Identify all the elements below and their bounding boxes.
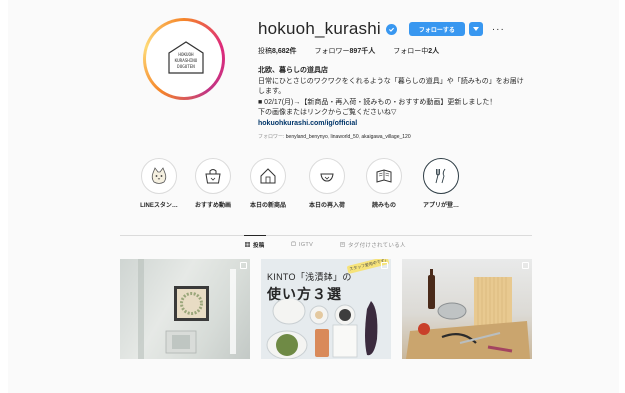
- svg-text:DOGUTEN: DOGUTEN: [177, 64, 195, 69]
- bio-line: ■ 02/17(月)→【新商品・再入荷・読みもの・おすすめ動画】更新しました！: [258, 98, 497, 106]
- profile-header-row: hokuoh_kurashi フォローする ···: [258, 18, 505, 40]
- carousel-icon: [381, 262, 388, 269]
- post-thumbnail[interactable]: [120, 259, 250, 359]
- followed-by-user[interactable]: benyland_benynyo: [286, 134, 328, 140]
- bio-line: します。: [258, 88, 286, 95]
- followed-by-user[interactable]: akaigawa_village_120: [361, 134, 410, 140]
- verified-badge-icon: [385, 23, 397, 35]
- shopping-bag-icon: [205, 169, 221, 184]
- followers-count[interactable]: フォロワー897千人: [315, 46, 376, 56]
- igtv-icon: [291, 241, 296, 248]
- utensils-icon: [435, 168, 446, 184]
- followed-by-user[interactable]: linaworld_50: [331, 134, 359, 140]
- post-image-frame: [266, 299, 378, 359]
- highlight-label: 本日の再入荷: [308, 203, 345, 209]
- posts-count: 投稿8,682件: [258, 48, 297, 55]
- carousel-icon: [240, 262, 247, 269]
- profile-avatar[interactable]: HOKUOH KURASHINO DOGUTEN: [143, 18, 225, 100]
- cat-icon: [151, 167, 167, 184]
- highlight-item[interactable]: 本日の再入荷: [299, 158, 355, 209]
- book-icon: [376, 169, 392, 183]
- chevron-down-icon: [472, 27, 479, 31]
- more-options-button[interactable]: ···: [492, 24, 505, 35]
- tab-igtv[interactable]: IGTV: [291, 241, 313, 248]
- post-image-frame: [138, 259, 236, 359]
- profile-stats: 投稿8,682件 フォロワー897千人 フォロー中2人: [258, 46, 457, 56]
- post-image-frame: [406, 269, 530, 359]
- bio-full-name: 北欧、暮らしの道具店: [258, 67, 328, 74]
- grid-icon: [245, 241, 250, 249]
- highlight-label: おすすめ動画: [194, 203, 231, 209]
- brand-logo: HOKUOH KURASHINO DOGUTEN: [166, 39, 206, 77]
- highlight-label: 本日の新商品: [249, 203, 286, 209]
- svg-text:KURASHINO: KURASHINO: [175, 58, 198, 63]
- followed-by[interactable]: フォロワー: benyland_benynyo, linaworld_50, a…: [258, 133, 411, 140]
- avatar-inner: HOKUOH KURASHINO DOGUTEN: [146, 21, 222, 97]
- carousel-icon: [522, 262, 529, 269]
- post-title-line: KINTO「浅漬鉢」の: [267, 272, 352, 282]
- tab-posts[interactable]: 投稿: [245, 241, 265, 249]
- highlight-item[interactable]: アプリが登…: [413, 158, 469, 209]
- post-thumbnail[interactable]: [402, 259, 532, 359]
- follow-button[interactable]: フォローする: [408, 22, 465, 36]
- window-edge-left: [0, 0, 8, 393]
- highlight-item[interactable]: 本日の新商品: [240, 158, 296, 209]
- profile-username: hokuoh_kurashi: [258, 19, 381, 38]
- active-tab-indicator: [244, 235, 266, 236]
- svg-text:HOKUOH: HOKUOH: [178, 52, 194, 57]
- following-count[interactable]: フォロー中2人: [393, 46, 439, 56]
- house-icon: [260, 168, 276, 184]
- highlight-label: LINEスタン…: [140, 203, 178, 209]
- tabs-divider: [120, 235, 532, 236]
- highlight-item[interactable]: LINEスタン…: [131, 158, 187, 209]
- bio-website-link[interactable]: hokuohkurashi.com/ig/official: [258, 119, 558, 130]
- highlight-label: アプリが登…: [422, 203, 459, 209]
- post-thumbnail[interactable]: スタッフ愛用中です♪ KINTO「浅漬鉢」の 使い方３選: [261, 259, 391, 359]
- highlight-item[interactable]: 読みもの: [356, 158, 412, 209]
- bio-line: 下の画像またはリンクからご覧くださいね▽: [258, 109, 397, 116]
- tab-tagged[interactable]: タグ付けされている人: [340, 241, 406, 249]
- window-edge-right: [619, 0, 625, 393]
- suggestions-dropdown-button[interactable]: [468, 22, 483, 36]
- highlight-item[interactable]: おすすめ動画: [185, 158, 241, 209]
- bio-line: 日常にひとさじのワクワクをくれるような「暮らしの道具」や「読みもの」をお届け: [258, 77, 524, 85]
- tag-user-icon: [340, 241, 345, 249]
- bowl-icon: [320, 173, 334, 182]
- profile-bio: 北欧、暮らしの道具店 日常にひとさじのワクワクをくれるような「暮らしの道具」や「…: [258, 66, 558, 129]
- highlight-label: 読みもの: [371, 203, 396, 209]
